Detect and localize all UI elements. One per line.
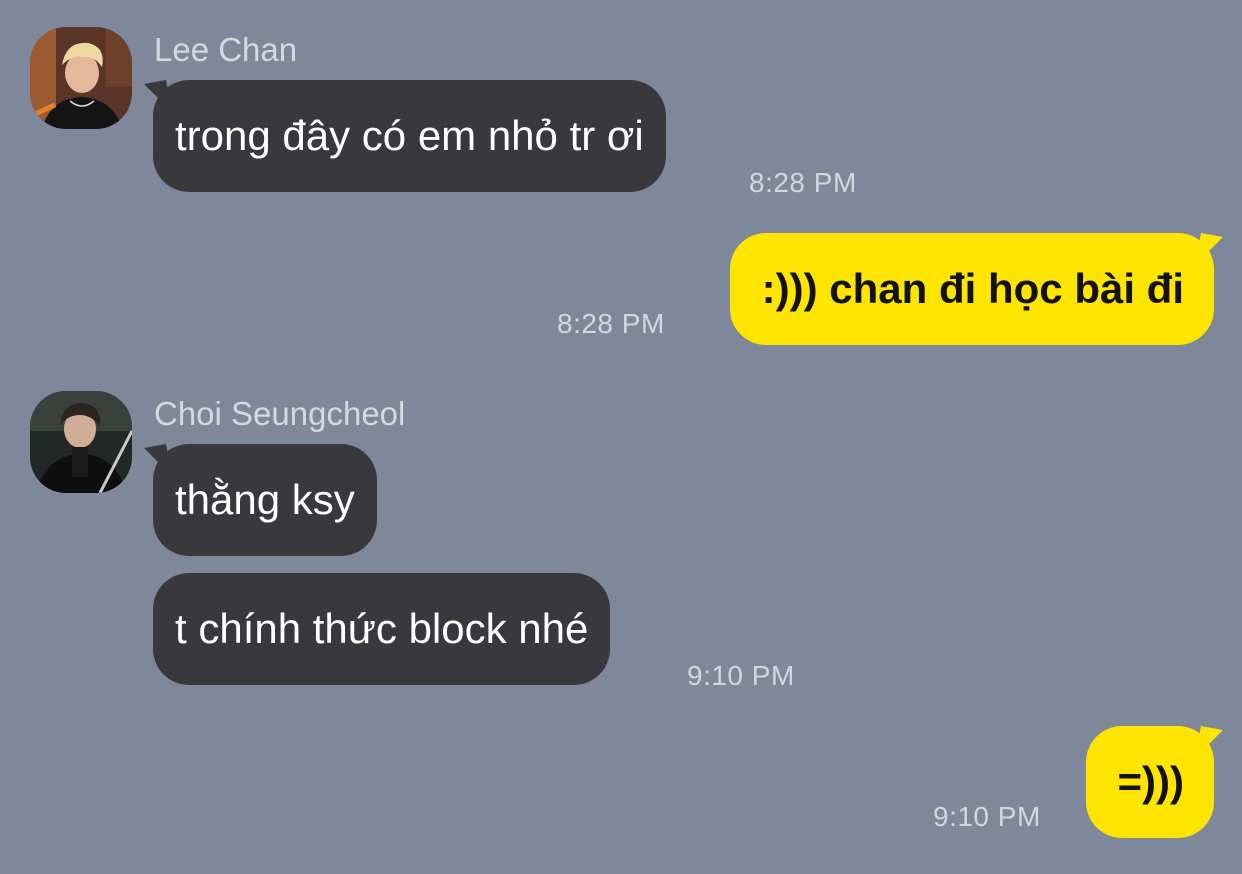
incoming-message-bubble[interactable]: t chính thức block nhé: [153, 573, 611, 685]
outgoing-message-bubble[interactable]: :))) chan đi học bài đi: [729, 233, 1223, 345]
avatar-lee-chan-image: [30, 27, 132, 129]
message-text: :))) chan đi học bài đi: [761, 265, 1184, 312]
avatar-choi-seungcheol-image: [30, 391, 132, 493]
message-text: trong đây có em nhỏ tr ơi: [175, 112, 644, 159]
bubble-tail-icon: [1195, 726, 1223, 758]
message-text: t chính thức block nhé: [175, 605, 589, 652]
message-text: =))): [1117, 758, 1185, 805]
avatar-choi-seungcheol[interactable]: [30, 391, 132, 493]
bubble-tail-icon: [144, 444, 172, 476]
bubble-tail-icon: [1195, 233, 1223, 265]
incoming-message-bubble[interactable]: trong đây có em nhỏ tr ơi: [144, 80, 666, 192]
message-timestamp: 8:28 PM: [557, 308, 665, 339]
outgoing-message-bubble[interactable]: =))): [1085, 726, 1223, 838]
incoming-message-bubble[interactable]: thằng ksy: [144, 444, 377, 556]
message-timestamp: 9:10 PM: [687, 660, 795, 691]
sender-name-choi-seungcheol: Choi Seungcheol: [154, 395, 406, 432]
message-timestamp: 9:10 PM: [933, 801, 1041, 832]
message-timestamp: 8:28 PM: [749, 167, 857, 198]
avatar-lee-chan[interactable]: [30, 27, 132, 129]
sender-name-lee-chan: Lee Chan: [154, 31, 298, 68]
bubble-tail-icon: [144, 80, 172, 112]
message-text: thằng ksy: [175, 476, 355, 523]
